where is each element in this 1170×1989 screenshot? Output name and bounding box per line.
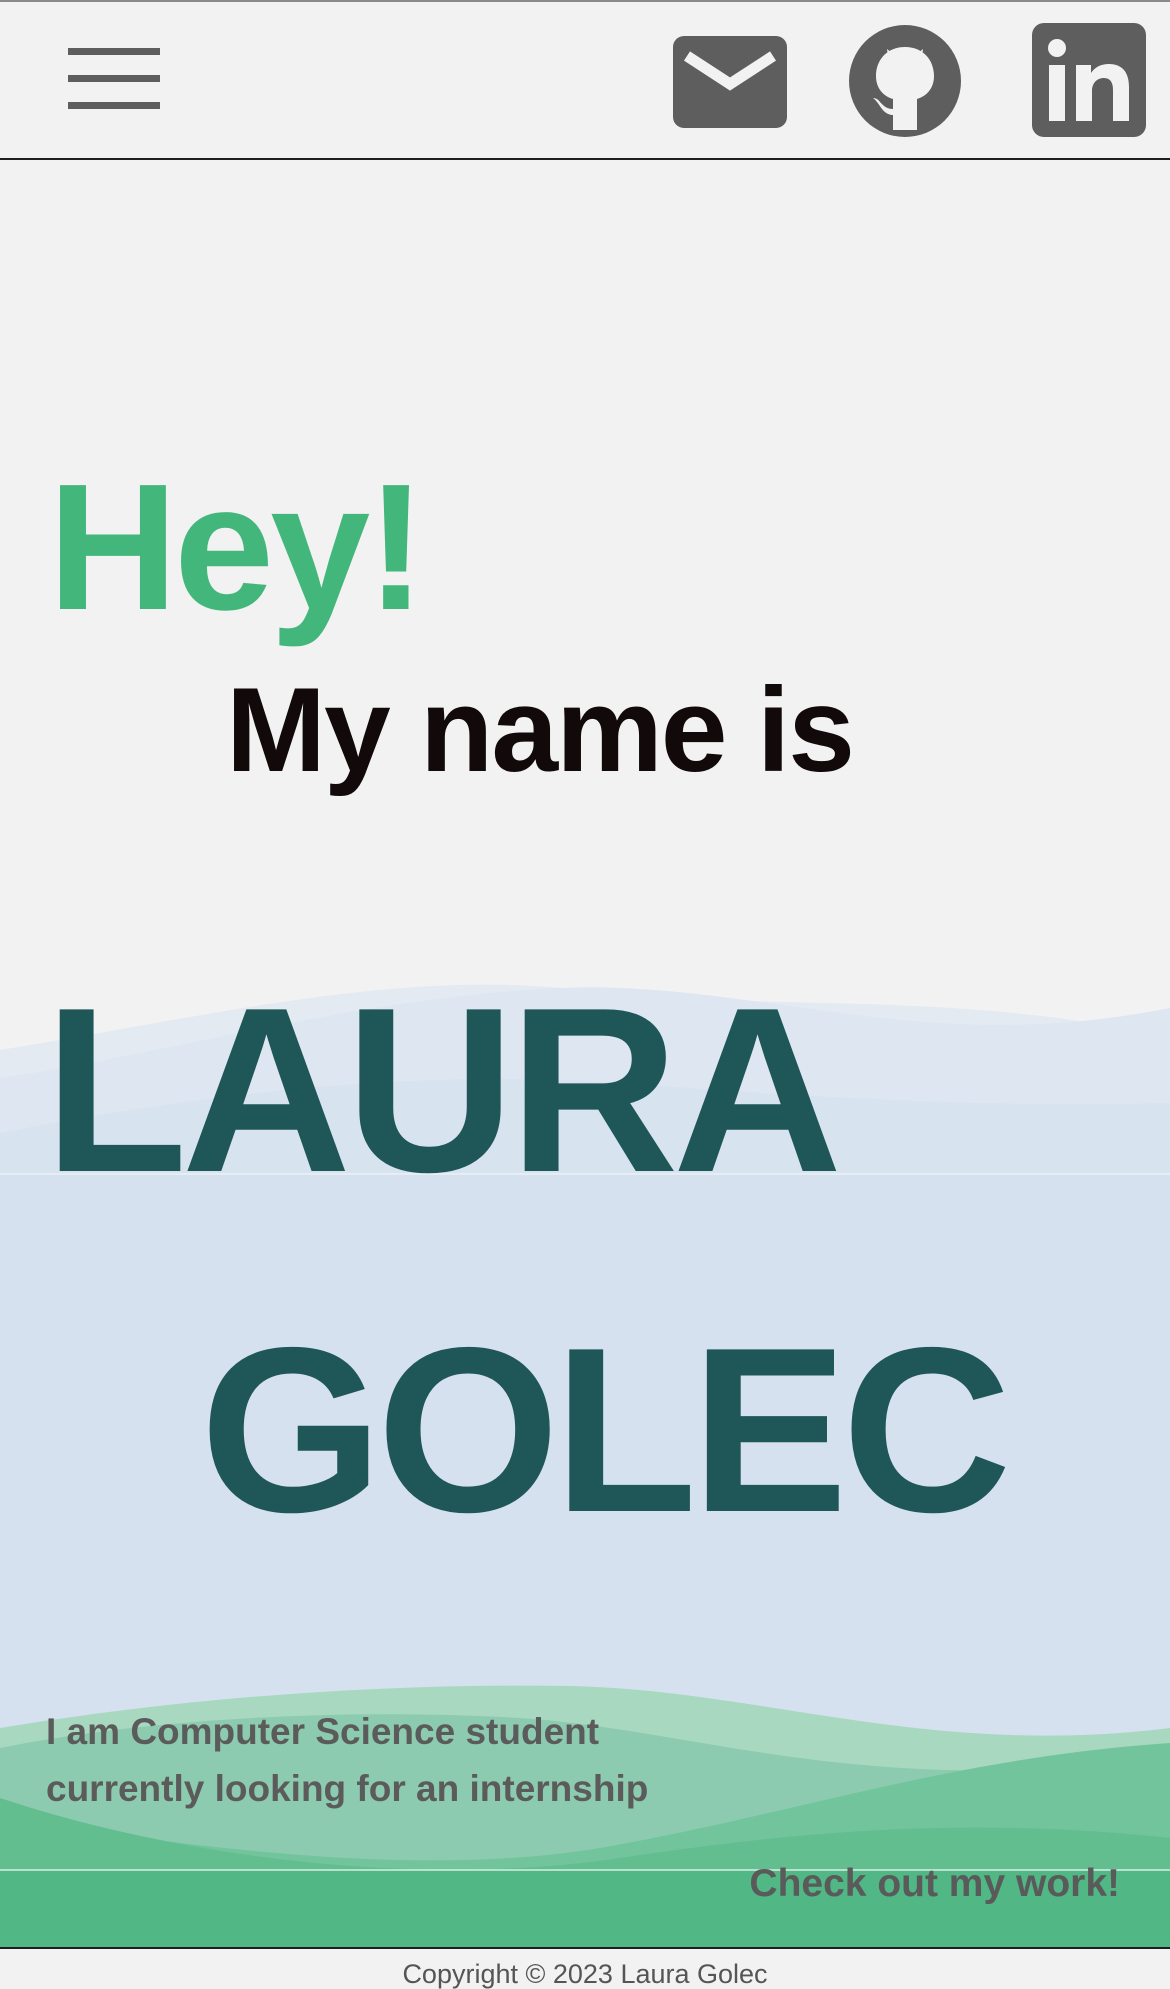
intro-line: My name is (226, 663, 855, 797)
mail-icon[interactable] (673, 36, 787, 128)
linkedin-icon[interactable] (1032, 23, 1146, 137)
first-name: LAURA (44, 958, 842, 1221)
intro-description: I am Computer Science student currently … (46, 1711, 649, 1809)
check-out-work-link[interactable]: Check out my work! (749, 1858, 1120, 1910)
hamburger-menu-icon[interactable] (68, 48, 160, 112)
last-name: GOLEC (200, 1298, 1012, 1561)
copyright-text: Copyright © 2023 Laura Golec (402, 1959, 768, 1989)
top-navbar (0, 2, 1170, 160)
portfolio-page: Hey! My name is LAURA GOLEC I am Compute… (0, 0, 1170, 1989)
greeting-heading: Hey! (48, 447, 426, 648)
footer: Copyright © 2023 Laura Golec (0, 1947, 1170, 1989)
github-icon[interactable] (849, 25, 961, 137)
